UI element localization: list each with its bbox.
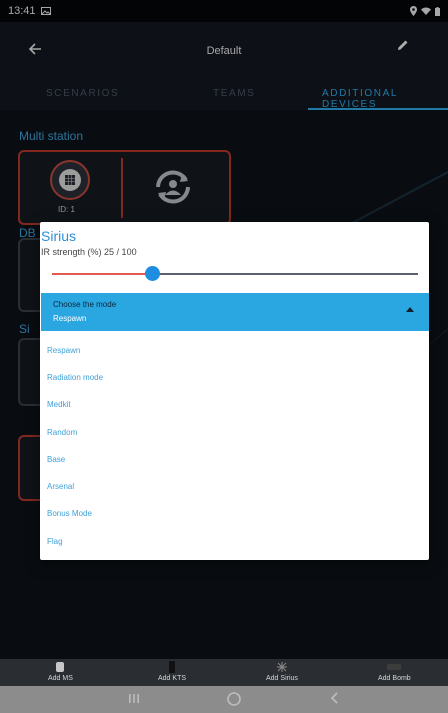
ir-strength-value: 25 / 100: [104, 247, 137, 257]
ir-strength-slider[interactable]: [52, 266, 418, 282]
system-nav-bar: [0, 686, 448, 713]
mode-selected-value: Respawn: [53, 314, 87, 323]
dialog-title: Sirius: [41, 228, 77, 244]
back-nav-button[interactable]: [328, 691, 342, 709]
option-respawn[interactable]: Respawn: [47, 346, 80, 355]
ir-strength-row: IR strength (%) 25 / 100: [41, 247, 137, 257]
option-medkit[interactable]: Medkit: [47, 400, 71, 409]
add-bomb-label: Add Bomb: [378, 675, 411, 682]
device-icon: [56, 661, 65, 673]
recents-button[interactable]: [127, 691, 141, 709]
add-kts-label: Add KTS: [158, 675, 187, 682]
ir-strength-label: IR strength (%): [41, 247, 102, 257]
option-bonus-mode[interactable]: Bonus Mode: [47, 509, 92, 518]
mode-select[interactable]: Choose the mode Respawn: [41, 293, 429, 331]
option-radiation-mode[interactable]: Radiation mode: [47, 373, 103, 382]
sirius-icon: [276, 661, 288, 673]
add-kts-button[interactable]: Add KTS: [158, 661, 186, 682]
add-sirius-label: Add Sirius: [266, 675, 298, 682]
add-ms-label: Add MS: [48, 675, 73, 682]
add-sirius-button[interactable]: Add Sirius: [266, 661, 298, 682]
back-icon: [330, 692, 338, 704]
recents-icon: [129, 694, 139, 703]
slider-thumb[interactable]: [145, 266, 160, 281]
add-bomb-button[interactable]: Add Bomb: [378, 661, 411, 682]
kts-icon: [169, 661, 175, 673]
sirius-dialog: Sirius IR strength (%) 25 / 100 Choose t…: [40, 222, 429, 560]
mode-caption: Choose the mode: [53, 300, 117, 309]
home-button[interactable]: [226, 691, 242, 709]
option-random[interactable]: Random: [47, 428, 77, 437]
option-arsenal[interactable]: Arsenal: [47, 482, 74, 491]
bomb-icon: [387, 661, 402, 673]
chevron-up-icon: [406, 307, 414, 312]
bottom-action-bar: Add MS Add KTS Add Sirius Add Bomb: [0, 659, 448, 686]
add-ms-button[interactable]: Add MS: [48, 661, 73, 682]
slider-track-inactive: [152, 273, 418, 275]
option-flag[interactable]: Flag: [47, 537, 63, 546]
slider-track-active: [52, 273, 152, 275]
option-base[interactable]: Base: [47, 455, 65, 464]
home-icon: [227, 692, 241, 706]
